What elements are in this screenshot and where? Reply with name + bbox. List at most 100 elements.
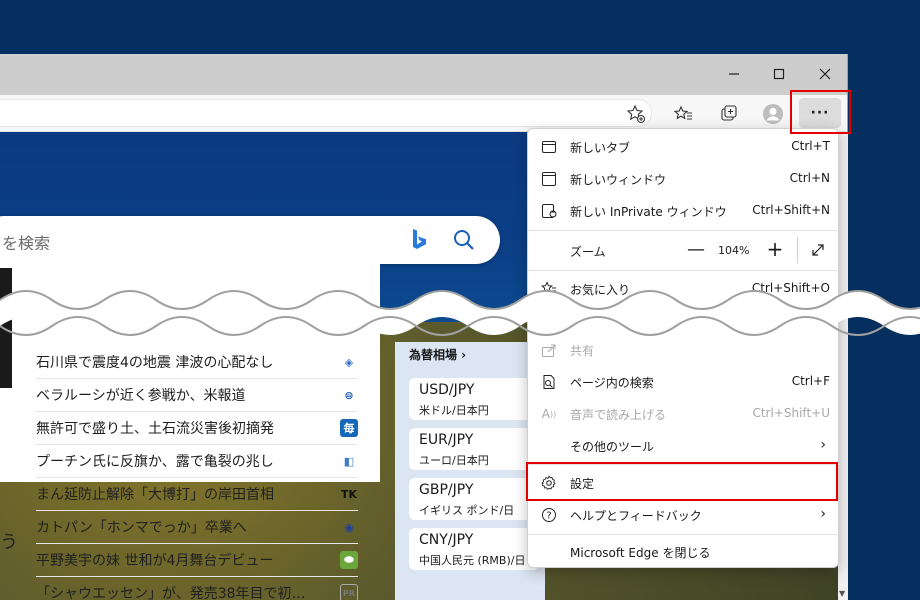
shortcut-label: Ctrl+F bbox=[791, 374, 830, 388]
chevron-right-icon: › bbox=[820, 506, 826, 522]
fx-code: USD/JPY bbox=[419, 382, 475, 398]
news-headline: プーチン氏に反旗か、露で亀裂の兆し bbox=[36, 454, 274, 470]
torn-edge-separator bbox=[0, 290, 920, 336]
sponsored-badge: PR bbox=[340, 584, 358, 600]
menu-separator bbox=[528, 270, 840, 271]
zoom-out-button[interactable]: — bbox=[685, 237, 707, 261]
star-add-icon bbox=[626, 104, 645, 123]
new-window-icon bbox=[540, 170, 558, 188]
news-item[interactable]: ベラルーシが近く参戦か、米報道 ⊜ bbox=[36, 379, 358, 412]
fx-item-eur[interactable]: EUR/JPY ユーロ/日本円 bbox=[409, 428, 539, 470]
browser-toolbar bbox=[0, 95, 847, 132]
maximize-button[interactable] bbox=[764, 62, 794, 86]
new-tab-icon bbox=[540, 138, 558, 156]
fx-code: CNY/JPY bbox=[419, 532, 474, 548]
chevron-right-icon: › bbox=[820, 437, 826, 453]
favorites-button[interactable] bbox=[668, 99, 698, 129]
fx-name: ユーロ/日本円 bbox=[419, 454, 489, 467]
add-favorite-button[interactable] bbox=[621, 99, 651, 129]
shortcut-label: Ctrl+Shift+U bbox=[752, 406, 830, 420]
profile-button[interactable] bbox=[758, 99, 788, 129]
news-item[interactable]: カトパン「ホンマでっか」卒業へ ◉ bbox=[36, 511, 358, 544]
menu-item-label: 共有 bbox=[570, 344, 595, 358]
fullscreen-button[interactable] bbox=[807, 239, 829, 261]
menu-item-label: 音声で読み上げる bbox=[570, 408, 667, 422]
menu-item-label: ヘルプとフィードバック bbox=[570, 509, 702, 523]
settings-and-more-menu: 新しいタブ Ctrl+T 新しいウィンドウ Ctrl+N 新しい InPriva… bbox=[527, 128, 840, 568]
news-headline: カトパン「ホンマでっか」卒業へ bbox=[36, 520, 247, 536]
minimize-button[interactable] bbox=[719, 62, 749, 86]
menu-item-label: 新しいタブ bbox=[570, 141, 631, 155]
menu-item-label: ズーム bbox=[570, 245, 606, 259]
highlight-settings-item bbox=[526, 462, 838, 501]
menu-item-help-feedback[interactable]: ? ヘルプとフィードバック › bbox=[528, 499, 840, 531]
menu-item-zoom: ズーム — 104% + bbox=[528, 233, 840, 269]
bing-icon[interactable] bbox=[410, 228, 428, 256]
menu-separator bbox=[528, 534, 840, 535]
exchange-rate-title[interactable]: 為替相場 › bbox=[409, 346, 466, 363]
avatar-icon bbox=[763, 104, 783, 124]
publisher-logo-icon: TK bbox=[340, 487, 358, 501]
menu-item-label: ページ内の検索 bbox=[570, 376, 654, 390]
news-headline: 平野美宇の妹 世和が4月舞台デビュー bbox=[36, 553, 274, 569]
news-headline: ベラルーシが近く参戦か、米報道 bbox=[36, 388, 246, 404]
exchange-rate-card: 為替相場 › USD/JPY 米ドル/日本円 EUR/JPY ユーロ/日本円 G… bbox=[395, 342, 545, 600]
publisher-logo-icon: ◈ bbox=[344, 355, 354, 369]
find-in-page-icon bbox=[540, 373, 558, 391]
truncated-headline: う bbox=[0, 532, 18, 553]
shortcut-label: Ctrl+N bbox=[789, 171, 830, 185]
close-button[interactable] bbox=[810, 62, 840, 86]
maximize-icon bbox=[773, 68, 785, 80]
favorites-icon bbox=[673, 105, 692, 120]
news-item[interactable]: 石川県で震度4の地震 津波の心配なし ◈ bbox=[36, 346, 358, 379]
news-headline: 「シャウエッセン」が、発売38年目で初… bbox=[36, 586, 306, 600]
title-bar bbox=[0, 54, 847, 95]
menu-separator bbox=[528, 230, 840, 231]
read-aloud-icon: A)) bbox=[541, 407, 557, 421]
menu-item-label: その他のツール bbox=[570, 440, 655, 454]
menu-item-label: Microsoft Edge を閉じる bbox=[570, 546, 711, 560]
inprivate-window-icon bbox=[540, 202, 558, 220]
publisher-logo-icon: 毎 bbox=[340, 419, 358, 437]
search-icon[interactable] bbox=[452, 228, 476, 256]
news-headline: 石川県で震度4の地震 津波の心配なし bbox=[36, 355, 274, 371]
address-bar[interactable] bbox=[0, 99, 652, 127]
menu-item-label: 新しいウィンドウ bbox=[570, 173, 667, 187]
shortcut-label: Ctrl+T bbox=[791, 139, 830, 153]
menu-item-close-edge[interactable]: Microsoft Edge を閉じる bbox=[528, 536, 840, 568]
news-item[interactable]: 「シャウエッセン」が、発売38年目で初… PR bbox=[36, 577, 358, 600]
fx-code: EUR/JPY bbox=[419, 432, 474, 448]
news-item[interactable]: 無許可で盛り土、土石流災害後初摘発 毎 bbox=[36, 412, 358, 445]
close-icon bbox=[819, 68, 831, 80]
fx-item-cny[interactable]: CNY/JPY 中国人民元 (RMB)/日 bbox=[409, 528, 539, 570]
shortcut-label: Ctrl+Shift+N bbox=[752, 203, 830, 217]
fx-item-gbp[interactable]: GBP/JPY イギリス ポンド/日 bbox=[409, 478, 539, 520]
news-item[interactable]: 平野美宇の妹 世和が4月舞台デビュー ⬬ bbox=[36, 544, 358, 577]
menu-item-read-aloud[interactable]: A)) 音声で読み上げる Ctrl+Shift+U bbox=[528, 398, 840, 430]
publisher-logo-icon: ⬬ bbox=[340, 551, 358, 569]
publisher-logo-icon: ◧ bbox=[343, 454, 355, 468]
fx-name: 米ドル/日本円 bbox=[419, 404, 489, 417]
news-item[interactable]: まん延防止解除「大博打」の岸田首相 TK bbox=[36, 478, 358, 511]
publisher-logo-icon: ◉ bbox=[344, 520, 354, 534]
help-icon: ? bbox=[540, 506, 558, 524]
zoom-level: 104% bbox=[718, 244, 750, 257]
collections-icon bbox=[721, 105, 737, 121]
zoom-in-button[interactable]: + bbox=[764, 237, 786, 261]
menu-item-new-tab[interactable]: 新しいタブ Ctrl+T bbox=[528, 131, 840, 163]
news-item[interactable]: プーチン氏に反旗か、露で亀裂の兆し ◧ bbox=[36, 445, 358, 478]
minimize-icon bbox=[729, 73, 739, 75]
fx-name: イギリス ポンド/日 bbox=[419, 504, 515, 517]
publisher-logo-icon: ⊜ bbox=[344, 388, 354, 402]
news-headline: 無許可で盛り土、土石流災害後初摘発 bbox=[36, 421, 274, 437]
scroll-down-icon[interactable]: ▼ bbox=[839, 589, 845, 598]
menu-item-new-inprivate[interactable]: 新しい InPrivate ウィンドウ Ctrl+Shift+N bbox=[528, 195, 840, 227]
fx-item-usd[interactable]: USD/JPY 米ドル/日本円 bbox=[409, 378, 539, 420]
menu-item-label: 新しい InPrivate ウィンドウ bbox=[570, 205, 727, 219]
collections-button[interactable] bbox=[714, 99, 744, 129]
zoom-divider bbox=[797, 237, 798, 263]
menu-item-find-on-page[interactable]: ページ内の検索 Ctrl+F bbox=[528, 366, 840, 398]
news-headline: まん延防止解除「大博打」の岸田首相 bbox=[36, 487, 274, 503]
menu-item-new-window[interactable]: 新しいウィンドウ Ctrl+N bbox=[528, 163, 840, 195]
menu-item-more-tools[interactable]: その他のツール › bbox=[528, 430, 840, 462]
